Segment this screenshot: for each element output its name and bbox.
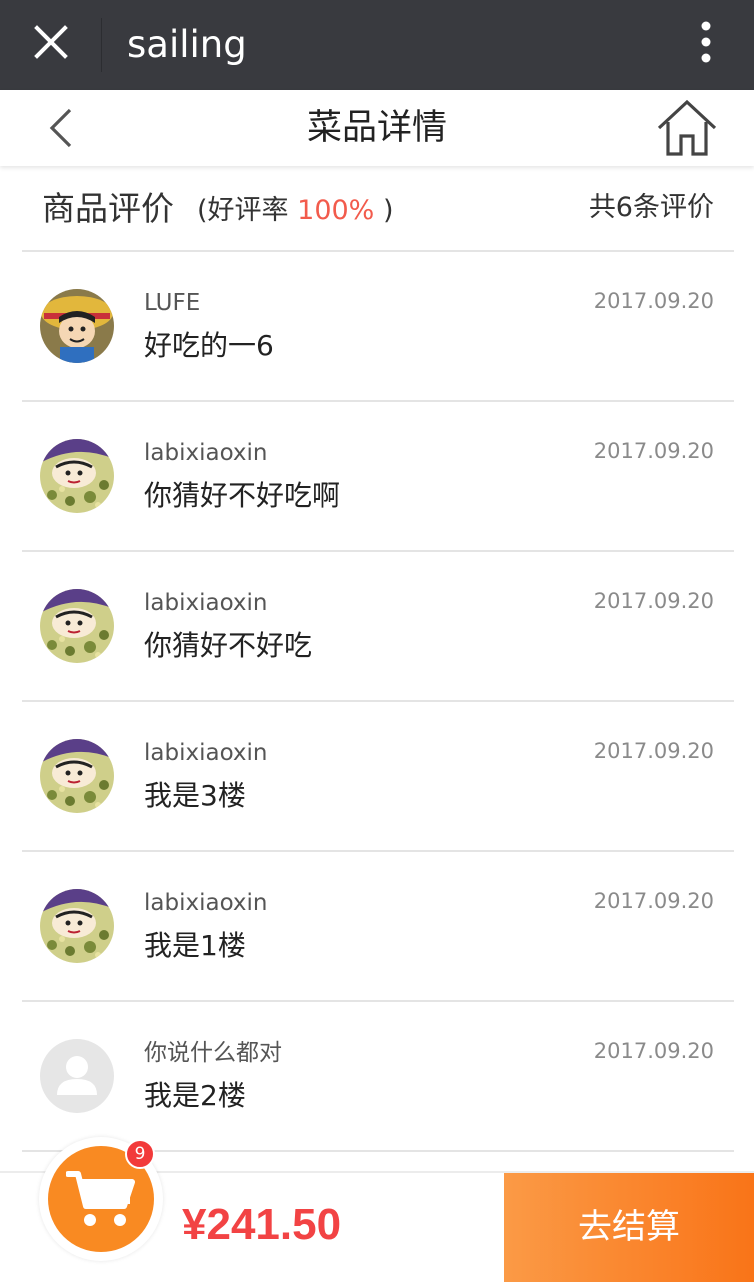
- crayon-shin-chan-avatar[interactable]: [40, 439, 114, 513]
- checkout-button[interactable]: 去结算: [504, 1173, 754, 1282]
- positive-rate-value: 100%: [297, 195, 375, 226]
- review-username: labixiaoxin: [144, 890, 268, 916]
- luffy-avatar[interactable]: [40, 289, 114, 363]
- close-icon[interactable]: [26, 17, 82, 73]
- review-item: labixiaoxin 你猜好不好吃啊 2017.09.20: [22, 402, 734, 552]
- crayon-shin-chan-avatar[interactable]: [40, 589, 114, 663]
- positive-rate: (好评率 100% ): [197, 166, 393, 256]
- review-content: 我是1楼: [144, 929, 246, 962]
- review-date: 2017.09.20: [593, 289, 714, 313]
- review-date: 2017.09.20: [593, 739, 714, 763]
- home-icon[interactable]: [656, 98, 718, 160]
- review-username: 你说什么都对: [144, 1040, 282, 1066]
- review-date: 2017.09.20: [593, 889, 714, 913]
- more-menu-icon[interactable]: [686, 18, 726, 74]
- review-list: LUFE 好吃的一6 2017.09.20 labixiaoxin 你猜好不好吃…: [22, 252, 734, 1152]
- page-header: 菜品详情: [0, 90, 754, 166]
- review-item: labixiaoxin 我是3楼 2017.09.20: [22, 702, 734, 852]
- review-count[interactable]: 共6条评价: [589, 166, 714, 250]
- page-title: 菜品详情: [306, 108, 447, 148]
- review-date: 2017.09.20: [593, 589, 714, 613]
- review-content: 我是2楼: [144, 1079, 246, 1112]
- reviews-section-title: 商品评价: [42, 189, 174, 228]
- top-bar: sailing: [0, 0, 754, 90]
- cart-badge: 9: [125, 1139, 155, 1169]
- review-username: labixiaoxin: [144, 590, 268, 616]
- default-user-avatar[interactable]: [40, 1039, 114, 1113]
- cart-button[interactable]: 9: [39, 1137, 163, 1261]
- review-item: labixiaoxin 我是1楼 2017.09.20: [22, 852, 734, 1002]
- review-item: labixiaoxin 你猜好不好吃 2017.09.20: [22, 552, 734, 702]
- review-item: LUFE 好吃的一6 2017.09.20: [22, 252, 734, 402]
- positive-rate-suffix: ): [382, 195, 394, 226]
- crayon-shin-chan-avatar[interactable]: [40, 889, 114, 963]
- review-content: 你猜好不好吃啊: [144, 479, 341, 512]
- review-date: 2017.09.20: [593, 1039, 714, 1063]
- top-bar-divider: [101, 18, 102, 72]
- review-summary: 商品评价 (好评率 100% ) 共6条评价: [22, 166, 734, 252]
- review-date: 2017.09.20: [593, 439, 714, 463]
- review-username: labixiaoxin: [144, 440, 268, 466]
- shopping-cart-icon: [66, 1171, 135, 1226]
- positive-rate-prefix: (好评率: [197, 195, 289, 226]
- review-username: LUFE: [144, 290, 201, 316]
- review-username: labixiaoxin: [144, 740, 268, 766]
- review-content: 好吃的一6: [144, 329, 274, 362]
- crayon-shin-chan-avatar[interactable]: [40, 739, 114, 813]
- window-title: sailing: [127, 23, 247, 66]
- cart-total-price: ¥241.50: [182, 1200, 342, 1249]
- review-content: 我是3楼: [144, 779, 246, 812]
- review-item: 你说什么都对 我是2楼 2017.09.20: [22, 1002, 734, 1152]
- review-content: 你猜好不好吃: [144, 629, 313, 662]
